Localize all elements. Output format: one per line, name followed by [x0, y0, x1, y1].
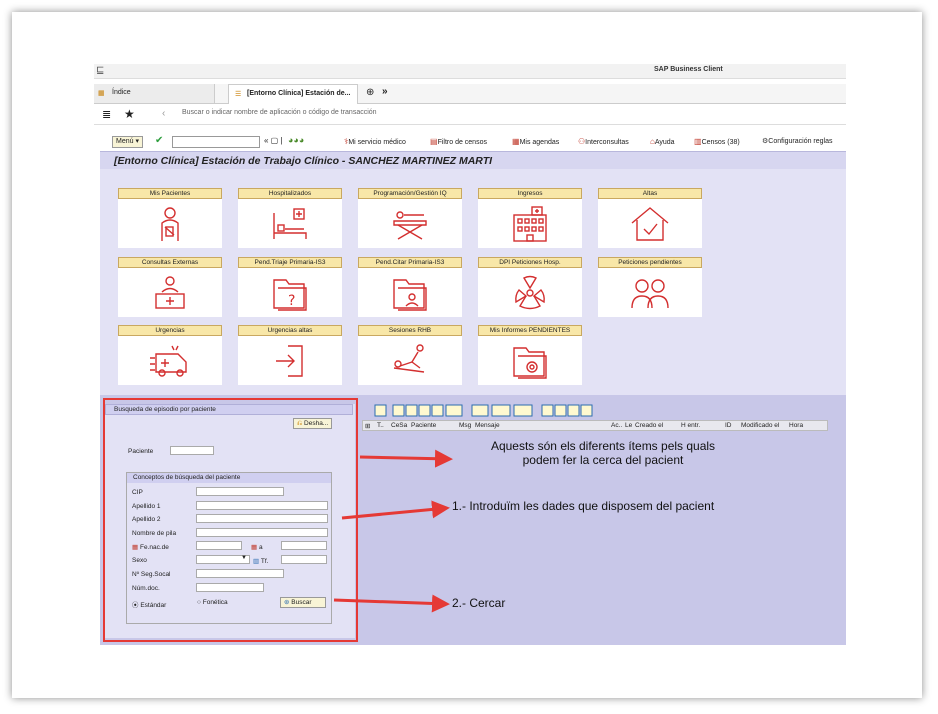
arrow-2: [341, 500, 450, 520]
annotation-items: Aquests són els diferents ítems pels qua…: [458, 439, 748, 467]
annotation-step2: 2.- Cercar: [452, 596, 506, 610]
annotation-items-line2: podem fer la cerca del pacient: [522, 453, 684, 467]
annotation-items-line1: Aquests són els diferents ítems pels qua…: [490, 439, 716, 453]
arrow-3: [333, 594, 450, 613]
annotation-step1: 1.- Introduïm les dades que disposem del…: [452, 499, 715, 513]
arrow-1: [359, 449, 453, 468]
